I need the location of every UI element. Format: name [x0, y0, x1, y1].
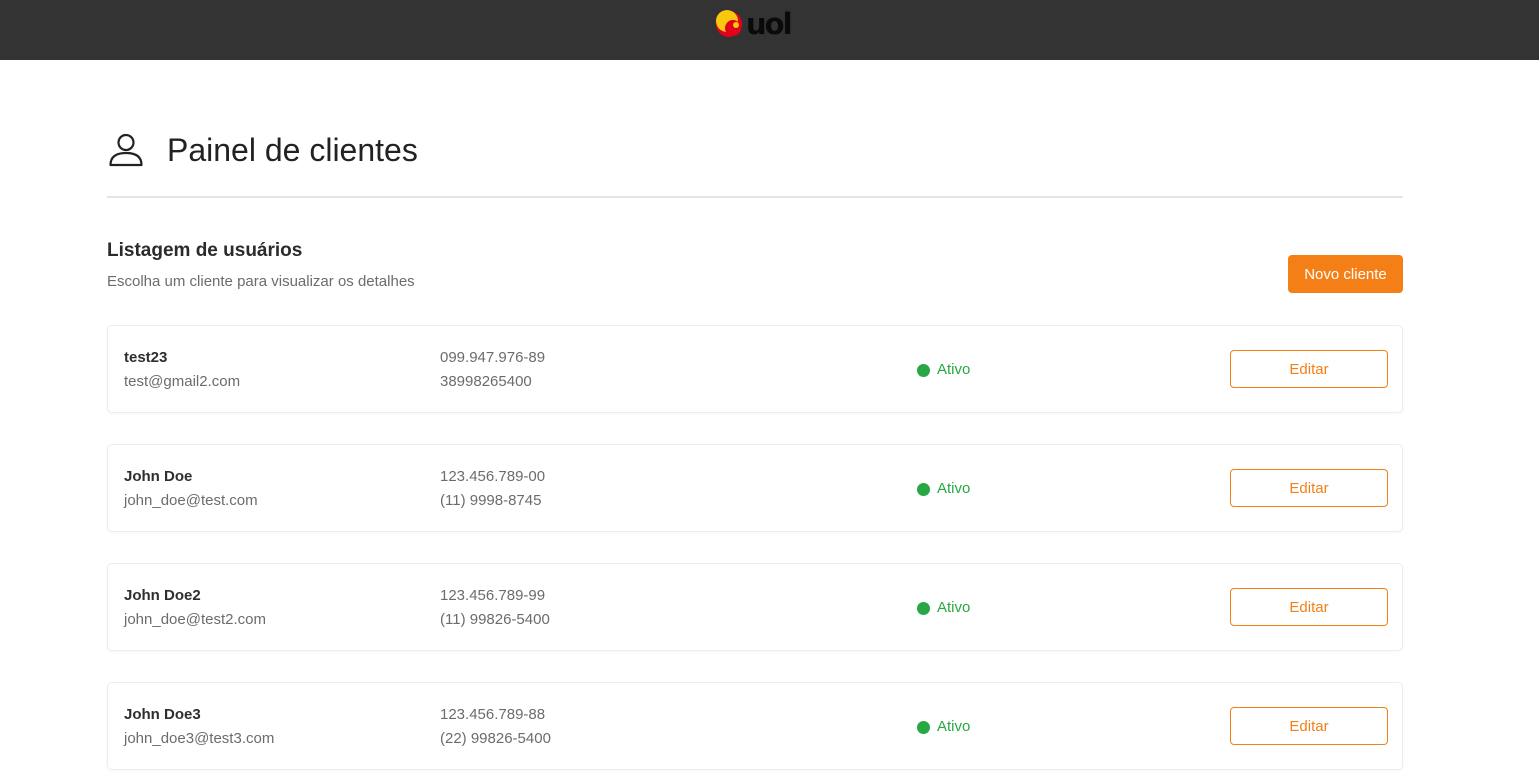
client-phone: (11) 9998-8745: [440, 492, 542, 509]
uol-logo-text: uol: [746, 7, 792, 41]
status-badge: Ativo: [917, 360, 970, 380]
client-email: test@gmail2.com: [124, 373, 241, 390]
client-email: john_doe@test2.com: [124, 611, 266, 628]
status-badge: Ativo: [917, 717, 970, 737]
page-header: Painel de clientes: [107, 130, 418, 170]
status-dot-icon: [917, 363, 930, 377]
status-label: Ativo: [937, 480, 971, 497]
person-icon: [109, 133, 143, 167]
status-badge: Ativo: [917, 479, 970, 499]
client-phone: (11) 99826-5400: [440, 611, 550, 628]
client-document: 123.456.789-99: [440, 587, 546, 604]
edit-button[interactable]: Editar: [1230, 707, 1388, 745]
client-phone: (22) 99826-5400: [440, 730, 551, 747]
edit-button[interactable]: Editar: [1230, 469, 1388, 507]
client-email: john_doe@test.com: [124, 492, 258, 509]
client-document: 099.947.976-89: [440, 349, 546, 366]
section-subtitle: Escolha um cliente para visualizar os de…: [107, 273, 415, 290]
new-client-button[interactable]: Novo cliente: [1288, 255, 1403, 293]
client-name: test23: [124, 349, 168, 366]
status-label: Ativo: [937, 361, 971, 378]
client-document: 123.456.789-00: [440, 468, 546, 485]
client-name: John Doe: [124, 468, 193, 485]
edit-button[interactable]: Editar: [1230, 588, 1388, 626]
status-badge: Ativo: [917, 598, 970, 618]
client-document: 123.456.789-88: [440, 706, 546, 723]
section-title: Listagem de usuários: [107, 240, 303, 261]
status-dot-icon: [917, 720, 930, 734]
client-list: test23 test@gmail2.com 099.947.976-89 38…: [107, 325, 1403, 776]
status-dot-icon: [917, 482, 930, 496]
client-phone: 38998265400: [440, 373, 532, 390]
top-navbar: uol: [0, 0, 1539, 60]
status-label: Ativo: [937, 718, 971, 735]
status-dot-icon: [917, 601, 930, 615]
client-row[interactable]: John Doe3 john_doe3@test3.com 123.456.78…: [107, 682, 1403, 770]
page-title: Painel de clientes: [167, 132, 418, 168]
client-row[interactable]: John Doe john_doe@test.com 123.456.789-0…: [107, 444, 1403, 532]
client-row[interactable]: John Doe2 john_doe@test2.com 123.456.789…: [107, 563, 1403, 651]
uol-logo[interactable]: uol: [714, 7, 798, 41]
client-name: John Doe2: [124, 587, 201, 604]
edit-button[interactable]: Editar: [1230, 350, 1388, 388]
uol-logo-mark-icon: [716, 10, 742, 37]
client-name: John Doe3: [124, 706, 201, 723]
client-row[interactable]: test23 test@gmail2.com 099.947.976-89 38…: [107, 325, 1403, 413]
header-divider: [107, 196, 1403, 198]
status-label: Ativo: [937, 599, 971, 616]
client-email: john_doe3@test3.com: [124, 730, 275, 747]
